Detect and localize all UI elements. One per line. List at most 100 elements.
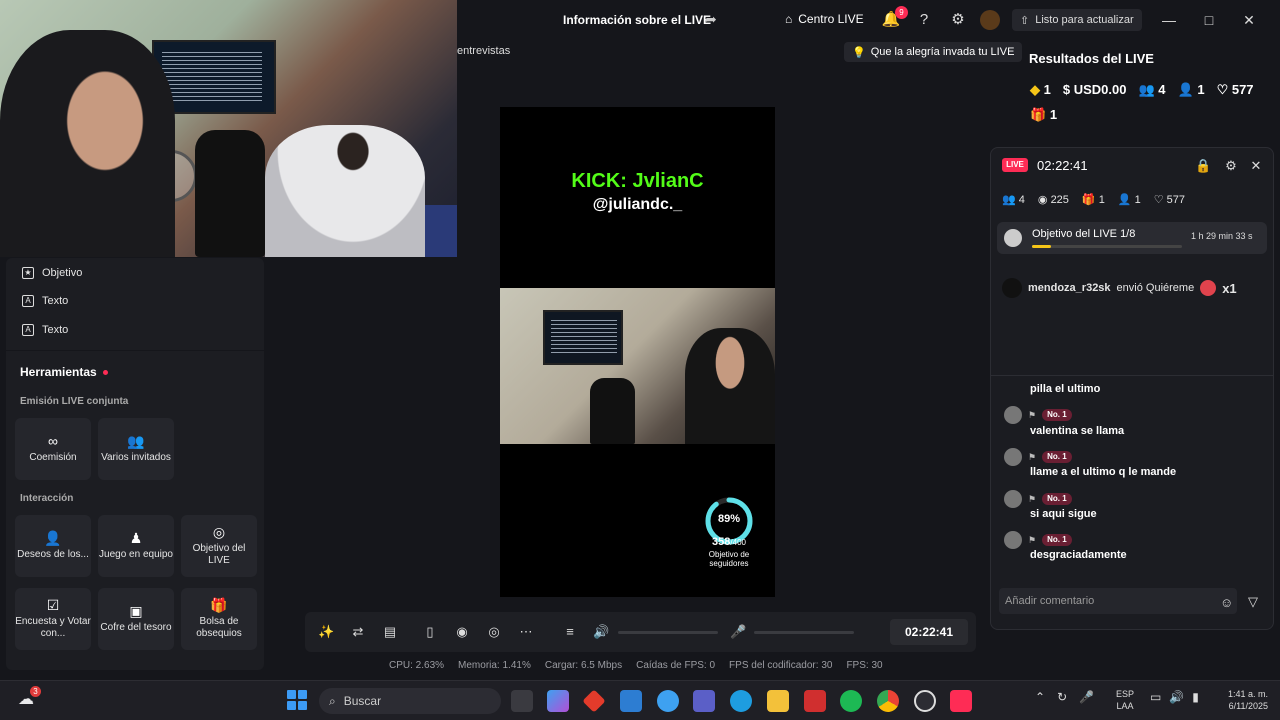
camera-person-right [265,125,425,257]
emoji-icon[interactable]: ☺ [1220,595,1233,610]
magic-icon[interactable]: ✨ [318,624,334,640]
user-plus-icon: 👤 [1117,194,1132,206]
layout-code: LAA [1116,701,1134,711]
sync-icon[interactable]: ↻ [1057,690,1067,704]
volume-icon[interactable]: 🔊 [1169,690,1184,704]
eye-icon: ◉ [1037,194,1048,206]
gift-text: envió Quiéreme [1116,282,1195,294]
scene-item-texto[interactable]: A Texto [22,295,68,307]
tool-label: Objetivo del LIVE [192,542,246,566]
mic-slider[interactable] [754,631,854,634]
edge-icon[interactable] [730,690,752,712]
mixer-icon[interactable]: ≡ [562,624,578,640]
scene-item-label: Objetivo [42,267,83,279]
close-icon[interactable]: ✕ [1248,158,1264,174]
notification-badge: 9 [895,6,908,19]
portrait-icon[interactable]: ▯ [422,624,438,640]
taskbar-search[interactable]: ⌕ Buscar [319,688,501,714]
time: 1:41 a. m. [1227,689,1268,699]
fps-stat: FPS: 30 [846,660,883,671]
tool-juego-equipo[interactable]: ♟ Juego en equipo [98,515,174,577]
settings-icon[interactable]: ⚙ [948,10,968,30]
windows-start-icon[interactable] [287,690,307,710]
wps-icon[interactable] [804,690,826,712]
folder-icon[interactable] [767,690,789,712]
swap-icon[interactable]: ⇄ [350,624,366,640]
date: 6/11/2025 [1228,701,1268,711]
gift-user: mendoza_r32sk [1028,282,1111,294]
chat-message: desgraciadamente [1030,549,1127,561]
new-followers-stat: 👤 1 [1178,82,1205,98]
float-likes-count: 577 [1166,194,1185,206]
speaker-icon[interactable]: 🔊 [593,624,609,640]
update-button[interactable]: ⇧ Listo para actualizar [1012,9,1142,31]
goal-avatar [1004,229,1022,247]
mic-icon[interactable]: 🎤 [1079,690,1094,704]
goal-progress-fill [1032,245,1051,248]
clock[interactable]: 1:41 a. m. 6/11/2025 [1212,688,1268,712]
record-icon[interactable]: ◉ [454,624,470,640]
scene-item-objetivo[interactable]: ★ Objetivo [22,267,82,279]
teams-icon[interactable] [693,690,715,712]
live-info-title[interactable]: Información sobre el LIVE [563,13,711,27]
lock-icon[interactable]: 🔒 [1195,158,1211,174]
spotify-icon[interactable] [840,690,862,712]
live-timer: 02:22:41 [890,619,968,645]
chevron-up-icon[interactable]: ⌃ [1035,690,1045,704]
goal-percent: 89% [717,513,741,525]
tool-objetivo-live[interactable]: ◎ Objetivo del LIVE [181,515,257,577]
help-icon[interactable]: ? [914,10,934,30]
mic-icon[interactable]: 🎤 [730,624,746,640]
chrome-icon[interactable] [877,690,899,712]
send-icon[interactable]: ▽ [1248,594,1258,610]
task-view-icon[interactable] [511,690,533,712]
avatar[interactable] [980,10,1000,30]
tool-encuesta[interactable]: ☑ Encuesta y Votar con... [15,588,91,650]
rank-badge: No. 1 [1042,409,1072,421]
volume-slider[interactable] [618,631,718,634]
scene-item-texto[interactable]: A Texto [22,324,68,336]
float-views-count: 225 [1050,194,1069,206]
layout-icon[interactable]: ▤ [382,624,398,640]
share-icon[interactable]: ➦ [705,11,721,27]
settings-icon[interactable]: ⚙ [1223,158,1239,174]
more-icon[interactable]: ⋯ [518,624,534,640]
app-icon[interactable] [914,690,936,712]
lightbulb-icon: 💡 [852,46,866,59]
tool-coemision[interactable]: ∞ Coemisión [15,418,91,480]
goal-total: /400 [730,538,746,547]
close-icon[interactable]: ✕ [1239,10,1259,30]
tiktok-live-icon[interactable] [950,690,972,712]
minimize-icon[interactable]: — [1159,10,1179,30]
results-stats: ◆ 1 $ USD0.00 👥 4 👤 1 ♡ 577 [1030,82,1254,98]
tool-deseos[interactable]: 👤 Deseos de los... [15,515,91,577]
comment-input[interactable]: Añadir comentario [999,588,1237,614]
store-icon[interactable] [620,690,642,712]
float-likes: ♡ 577 [1154,193,1185,206]
wish-icon: 👤 [44,529,62,546]
results-title: Resultados del LIVE [1029,51,1154,66]
viewers-count: 4 [1158,82,1166,97]
maximize-icon[interactable]: □ [1199,10,1219,30]
goal-progress-bar [1032,245,1182,248]
display-icon[interactable]: ▭ [1150,690,1161,704]
new-followers-count: 1 [1197,82,1205,97]
tool-cofre[interactable]: ▣ Cofre del tesoro [98,588,174,650]
camera-preview [0,0,457,257]
camera-switch-icon[interactable]: ◎ [486,624,502,640]
search-icon: ⌕ [329,693,336,708]
heart-icon: ♡ [1216,82,1229,97]
language-indicator[interactable]: ESP LAA [1116,688,1134,712]
chrome-beta-icon[interactable] [657,690,679,712]
tool-varios-invitados[interactable]: 👥 Varios invitados [98,418,174,480]
float-viewers: 👥 4 [1002,193,1025,206]
copilot-icon[interactable] [547,690,569,712]
chat-message: pilla el ultimo [1030,383,1101,395]
banner[interactable]: 💡 Que la alegría invada tu LIVE [844,42,1023,62]
centro-live-button[interactable]: ⌂ Centro LIVE [785,12,864,26]
float-views: ◉ 225 [1038,193,1069,206]
users-icon: 👥 [127,432,145,449]
tool-bolsa[interactable]: 🎁 Bolsa de obsequios [181,588,257,650]
battery-icon[interactable]: ▮ [1192,690,1199,704]
float-stats: 👥 4 ◉ 225 🎁 1 👤 1 ♡ 577 [1002,193,1185,206]
